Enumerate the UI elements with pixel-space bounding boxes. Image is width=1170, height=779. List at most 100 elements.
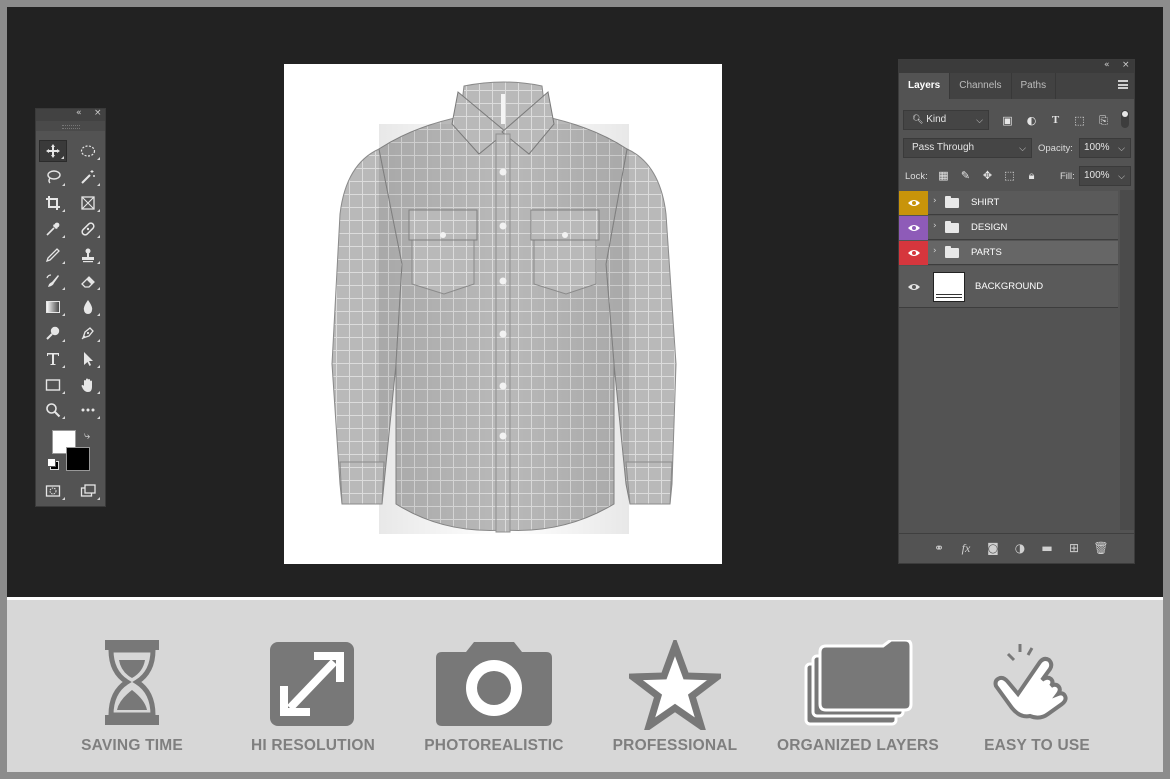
- filter-kind-select[interactable]: 🔍︎ Kind ⌵: [903, 110, 989, 130]
- panel-menu-icon[interactable]: [1118, 80, 1128, 89]
- history-brush-tool[interactable]: [39, 270, 67, 292]
- shape-filter-icon[interactable]: ⬚: [1073, 114, 1086, 127]
- fill-field[interactable]: 100% ⌵: [1079, 166, 1131, 186]
- panel-titlebar[interactable]: « ×: [899, 60, 1134, 73]
- search-icon: 🔍︎: [912, 115, 924, 125]
- smart-object-filter-icon[interactable]: ⎘: [1097, 114, 1110, 127]
- chevron-right-icon[interactable]: ›: [933, 221, 937, 231]
- folder-icon: [945, 221, 959, 233]
- lasso-icon: [47, 170, 61, 184]
- gradient-tool[interactable]: [39, 296, 67, 318]
- lock-pixels-icon[interactable]: ✎: [959, 169, 972, 182]
- quick-mask-icon: [45, 485, 61, 497]
- tab-channels[interactable]: Channels: [950, 73, 1012, 99]
- frame-tool[interactable]: [74, 192, 102, 214]
- hand-tool[interactable]: [74, 374, 102, 396]
- adjustment-layer-icon[interactable]: ◑: [1012, 540, 1028, 556]
- delete-layer-icon[interactable]: 🗑︎: [1093, 540, 1109, 556]
- layers-scrollbar[interactable]: [1120, 190, 1134, 530]
- link-layers-icon[interactable]: ⚭: [931, 540, 947, 556]
- lock-all-icon[interactable]: 🔒︎: [1025, 169, 1038, 182]
- screen-mode-button[interactable]: [74, 480, 102, 502]
- double-chevron-left-icon[interactable]: «: [76, 108, 82, 118]
- healing-tool[interactable]: [74, 218, 102, 240]
- tab-paths[interactable]: Paths: [1012, 73, 1057, 99]
- ellipse-marquee-icon: [80, 145, 96, 157]
- opacity-field[interactable]: 100% ⌵: [1079, 138, 1131, 158]
- expand-arrows-icon: [270, 642, 354, 726]
- visibility-toggle[interactable]: [899, 216, 928, 240]
- toolbox-header: « ×: [36, 108, 105, 121]
- stamp-icon: [82, 248, 94, 263]
- lock-transparent-icon[interactable]: ▦: [937, 169, 950, 182]
- toolbox-grip[interactable]: [36, 121, 105, 131]
- feature-label: EASY TO USE: [984, 737, 1090, 754]
- crop-tool[interactable]: [39, 192, 67, 214]
- feature-easy-to-use: EASY TO USE: [952, 640, 1122, 760]
- blur-tool[interactable]: [74, 296, 102, 318]
- quick-mask-button[interactable]: [39, 480, 67, 502]
- visibility-toggle[interactable]: [899, 191, 928, 215]
- dodge-tool[interactable]: [39, 322, 67, 344]
- layer-row-parts[interactable]: › PARTS: [899, 241, 1118, 265]
- lasso-tool[interactable]: [39, 166, 67, 188]
- lock-artboard-icon[interactable]: ⬚: [1003, 169, 1016, 182]
- zoom-tool[interactable]: [39, 399, 67, 421]
- adjustment-filter-icon[interactable]: ◐: [1025, 114, 1038, 127]
- star-icon: [629, 640, 721, 730]
- lock-position-icon[interactable]: ✥: [981, 169, 994, 182]
- swap-colors-icon[interactable]: ⤷: [84, 429, 90, 443]
- blend-mode-select[interactable]: Pass Through ⌵: [903, 138, 1032, 158]
- layer-name: BACKGROUND: [975, 281, 1044, 292]
- filter-toggle[interactable]: [1121, 110, 1129, 128]
- rectangle-tool[interactable]: [39, 374, 67, 396]
- path-selection-tool[interactable]: [74, 348, 102, 370]
- eraser-icon: [81, 276, 95, 288]
- opacity-label: Opacity:: [1038, 143, 1073, 154]
- background-color-swatch[interactable]: [66, 447, 90, 471]
- eyedropper-tool[interactable]: [39, 218, 67, 240]
- layer-row-background[interactable]: BACKGROUND: [899, 266, 1118, 308]
- feature-hi-resolution: HI RESOLUTION: [228, 640, 398, 760]
- shirt-mockup-image: [331, 81, 677, 534]
- move-tool[interactable]: [39, 140, 67, 162]
- image-filter-icon[interactable]: ▣: [1001, 114, 1014, 127]
- type-filter-icon[interactable]: T: [1049, 114, 1062, 127]
- eraser-tool[interactable]: [74, 270, 102, 292]
- default-colors-icon[interactable]: [47, 458, 59, 470]
- eyedropper-icon: [46, 222, 60, 236]
- type-tool[interactable]: [39, 348, 67, 370]
- folder-icon: [945, 196, 959, 208]
- magic-wand-icon: [81, 170, 95, 184]
- blend-mode-value: Pass Through: [912, 142, 975, 153]
- feature-label: PROFESSIONAL: [612, 737, 738, 754]
- add-mask-icon[interactable]: ◙: [985, 540, 1001, 556]
- new-group-icon[interactable]: ▬: [1039, 540, 1055, 556]
- document-canvas[interactable]: [284, 64, 722, 564]
- feature-label: HI RESOLUTION: [250, 737, 376, 754]
- type-icon: [47, 353, 59, 365]
- ellipsis-icon: [81, 408, 95, 412]
- stamp-tool[interactable]: [74, 244, 102, 266]
- new-layer-icon[interactable]: ⊞: [1066, 540, 1082, 556]
- fx-icon[interactable]: fx: [958, 540, 974, 556]
- marquee-tool[interactable]: [74, 140, 102, 162]
- layer-name: PARTS: [971, 247, 1002, 258]
- tab-layers[interactable]: Layers: [899, 73, 951, 99]
- close-icon[interactable]: ×: [1122, 60, 1130, 70]
- visibility-toggle[interactable]: [899, 241, 928, 265]
- chevron-right-icon[interactable]: ›: [933, 246, 937, 256]
- close-icon[interactable]: ×: [94, 108, 102, 118]
- brush-tool[interactable]: [39, 244, 67, 266]
- visibility-toggle[interactable]: [899, 266, 928, 308]
- magic-wand-tool[interactable]: [74, 166, 102, 188]
- crop-icon: [46, 196, 60, 210]
- chevron-right-icon[interactable]: ›: [933, 196, 937, 206]
- double-chevron-left-icon[interactable]: «: [1104, 60, 1110, 70]
- layer-name: DESIGN: [971, 222, 1008, 233]
- panel-footer: ⚭ fx ◙ ◑ ▬ ⊞ 🗑︎: [899, 533, 1134, 563]
- pen-tool[interactable]: [74, 322, 102, 344]
- layer-row-shirt[interactable]: › SHIRT: [899, 191, 1118, 215]
- more-tools[interactable]: [74, 399, 102, 421]
- layer-row-design[interactable]: › DESIGN: [899, 216, 1118, 240]
